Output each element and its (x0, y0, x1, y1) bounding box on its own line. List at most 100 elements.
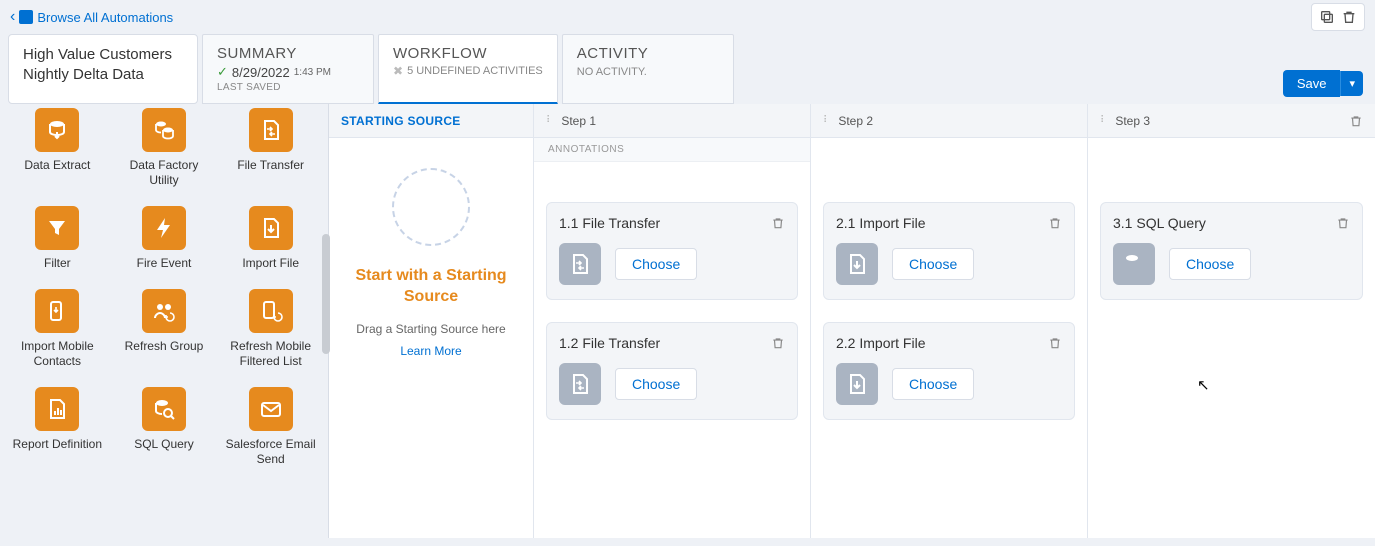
col-step-1: ⠇ Step 1 ANNOTATIONS 1.1 File Transfer Ch… (534, 104, 811, 538)
data-extract-icon (35, 108, 79, 152)
top-actions (1311, 3, 1365, 31)
import-file-icon (836, 243, 878, 285)
summary-date: 8/29/2022 (232, 65, 290, 80)
file-transfer-icon (559, 363, 601, 405)
data-factory-icon (142, 108, 186, 152)
palette-filter[interactable]: Filter (6, 206, 109, 271)
col-head-label: STARTING SOURCE (341, 114, 461, 128)
annotations-band[interactable]: ANNOTATIONS (534, 138, 810, 162)
summary-time: 1:43 PM (294, 67, 331, 78)
activity-title: 2.1 Import File (836, 215, 925, 231)
palette-scrollbar[interactable] (322, 234, 330, 354)
drag-handle-icon[interactable]: ⠇ (546, 115, 553, 126)
activity-palette: Data Extract Data Factory Utility File T… (0, 104, 328, 538)
col-head-step1: ⠇ Step 1 (534, 104, 810, 138)
activity-card[interactable]: 1.1 File Transfer Choose (546, 202, 798, 300)
copy-icon[interactable] (1318, 8, 1336, 26)
top-bar: ‹ Browse All Automations (0, 0, 1375, 34)
palette-label: Data Factory Utility (116, 158, 212, 188)
palette-label: Report Definition (13, 437, 102, 452)
refresh-mobile-icon (249, 289, 293, 333)
palette-import-file[interactable]: Import File (219, 206, 322, 271)
learn-more-link[interactable]: Learn More (400, 344, 461, 358)
palette-label: Data Extract (24, 158, 90, 173)
palette-label: Refresh Mobile Filtered List (223, 339, 319, 369)
activity-sub: NO ACTIVITY. (577, 66, 719, 78)
delete-activity-icon[interactable] (1336, 216, 1350, 230)
automation-title[interactable]: High Value Customers Nightly Delta Data (8, 34, 198, 104)
col-head-step3: ⠇ Step 3 (1088, 104, 1375, 138)
activity-card[interactable]: 2.1 Import File Choose (823, 202, 1075, 300)
tab-activity[interactable]: ACTIVITY NO ACTIVITY. (562, 34, 734, 104)
palette-report-definition[interactable]: Report Definition (6, 387, 109, 467)
delete-activity-icon[interactable] (771, 216, 785, 230)
palette-label: Refresh Group (125, 339, 204, 354)
workflow-sub: 5 UNDEFINED ACTIVITIES (407, 65, 543, 77)
palette-data-extract[interactable]: Data Extract (6, 108, 109, 188)
col-head-label: Step 3 (1115, 114, 1150, 128)
palette-label: File Transfer (237, 158, 304, 173)
tab-label: ACTIVITY (577, 45, 719, 62)
choose-button[interactable]: Choose (615, 248, 697, 280)
palette-file-transfer[interactable]: File Transfer (219, 108, 322, 188)
palette-refresh-group[interactable]: Refresh Group (113, 289, 216, 369)
tab-label: WORKFLOW (393, 45, 543, 62)
palette-email-send[interactable]: Salesforce Email Send (219, 387, 322, 467)
palette-data-factory[interactable]: Data Factory Utility (113, 108, 216, 188)
choose-button[interactable]: Choose (892, 248, 974, 280)
file-transfer-icon (559, 243, 601, 285)
col-head-step2: ⠇Step 2 (811, 104, 1087, 138)
col-head-label: Step 1 (561, 114, 596, 128)
palette-label: Import File (242, 256, 299, 271)
chevron-left-icon: ‹ (10, 8, 15, 26)
palette-label: Fire Event (137, 256, 192, 271)
delete-activity-icon[interactable] (1048, 336, 1062, 350)
refresh-group-icon (142, 289, 186, 333)
activity-card[interactable]: 2.2 Import File Choose (823, 322, 1075, 420)
activity-card[interactable]: 3.1 SQL Query Choose (1100, 202, 1363, 300)
delete-icon[interactable] (1340, 8, 1358, 26)
tab-label: SUMMARY (217, 45, 359, 62)
import-file-icon (836, 363, 878, 405)
palette-import-mobile[interactable]: Import Mobile Contacts (6, 289, 109, 369)
source-drop-target[interactable] (392, 168, 470, 246)
tab-summary[interactable]: SUMMARY ✓ 8/29/2022 1:43 PM LAST SAVED (202, 34, 374, 104)
activity-title: 1.1 File Transfer (559, 215, 660, 231)
col-step-2: ⠇Step 2 2.1 Import File Choose (811, 104, 1088, 538)
col-starting-source: STARTING SOURCE Start with a Starting So… (329, 104, 534, 538)
col-step-3: ⠇ Step 3 3.1 SQL Query Choose (1088, 104, 1375, 538)
sql-query-icon (142, 387, 186, 431)
palette-label: Filter (44, 256, 71, 271)
col-head-source: STARTING SOURCE (329, 104, 533, 138)
breadcrumb[interactable]: ‹ Browse All Automations (10, 8, 173, 26)
choose-button[interactable]: Choose (1169, 248, 1251, 280)
tab-workflow[interactable]: WORKFLOW ✖ 5 UNDEFINED ACTIVITIES (378, 34, 558, 104)
palette-fire-event[interactable]: Fire Event (113, 206, 216, 271)
drag-handle-icon[interactable]: ⠇ (1100, 115, 1107, 126)
breadcrumb-link[interactable]: Browse All Automations (37, 10, 173, 25)
activity-card[interactable]: 1.2 File Transfer Choose (546, 322, 798, 420)
choose-button[interactable]: Choose (615, 368, 697, 400)
activity-title: 1.2 File Transfer (559, 335, 660, 351)
palette-refresh-mobile[interactable]: Refresh Mobile Filtered List (219, 289, 322, 369)
delete-step-icon[interactable] (1349, 114, 1363, 128)
activity-title: 2.2 Import File (836, 335, 925, 351)
summary-last-saved: LAST SAVED (217, 82, 359, 93)
save-button[interactable]: Save (1283, 70, 1341, 97)
source-title: Start with a Starting Source (339, 266, 523, 308)
choose-button[interactable]: Choose (892, 368, 974, 400)
email-send-icon (249, 387, 293, 431)
file-transfer-icon (249, 108, 293, 152)
workflow-canvas: STARTING SOURCE Start with a Starting So… (328, 104, 1375, 538)
main: Data Extract Data Factory Utility File T… (0, 104, 1375, 538)
delete-activity-icon[interactable] (1048, 216, 1062, 230)
drag-handle-icon[interactable]: ⠇ (823, 115, 830, 126)
palette-label: Import Mobile Contacts (9, 339, 105, 369)
check-icon: ✓ (217, 64, 228, 80)
palette-label: Salesforce Email Send (223, 437, 319, 467)
save-dropdown[interactable]: ▾ (1340, 71, 1363, 96)
delete-activity-icon[interactable] (771, 336, 785, 350)
import-mobile-icon (35, 289, 79, 333)
palette-label: SQL Query (134, 437, 194, 452)
palette-sql-query[interactable]: SQL Query (113, 387, 216, 467)
